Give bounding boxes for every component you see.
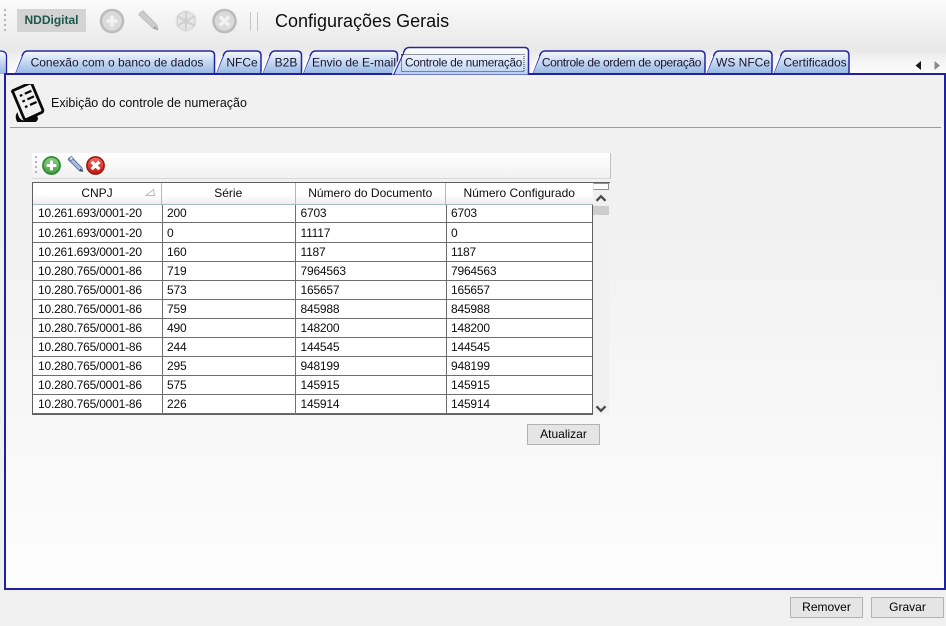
svg-text:Controle de numeração: Controle de numeração [405,57,523,70]
svg-text:Envio de E-mail: Envio de E-mail [312,56,396,70]
svg-text:NFCe: NFCe [226,56,258,70]
svg-text:Controle de ordem de operação: Controle de ordem de operação [542,56,702,70]
svg-text:Conexão com o banco de dados: Conexão com o banco de dados [31,56,204,70]
svg-text:B2B: B2B [275,56,298,70]
svg-text:Certificados: Certificados [783,56,846,70]
svg-text:WS NFCe: WS NFCe [716,56,770,70]
